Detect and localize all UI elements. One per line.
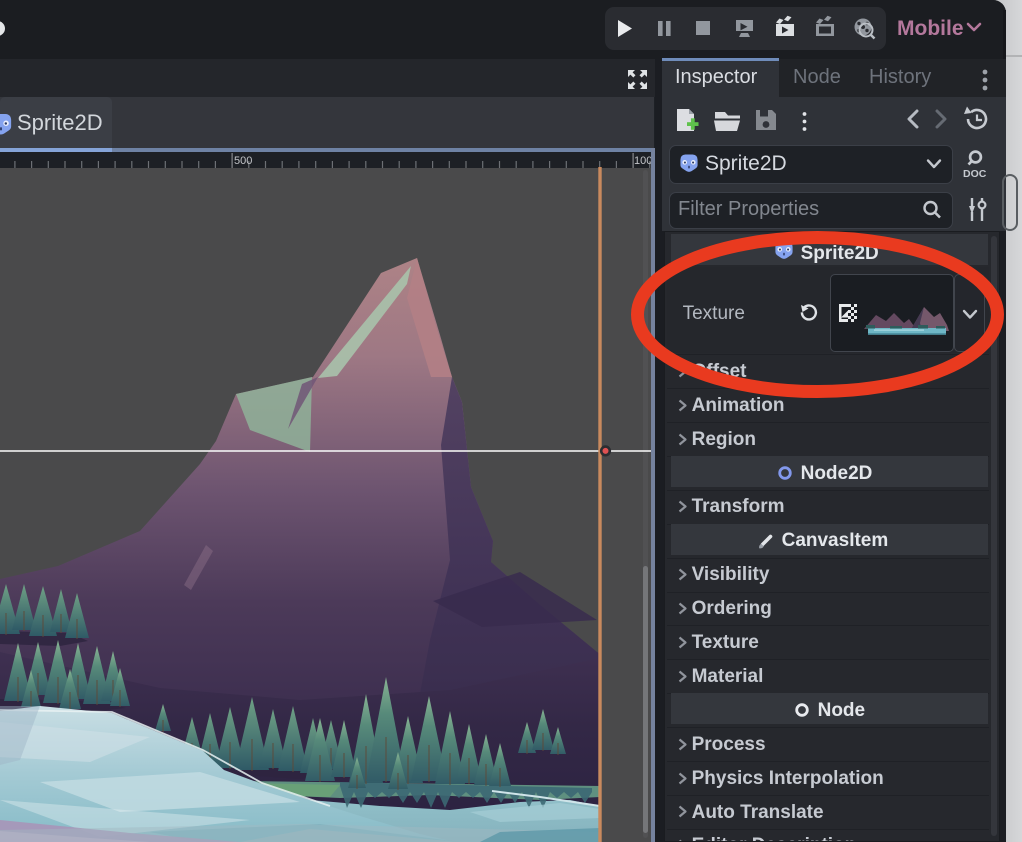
svg-text:DOC: DOC xyxy=(963,168,987,180)
svg-text:500: 500 xyxy=(234,155,252,167)
svg-text:1000: 1000 xyxy=(634,155,651,167)
